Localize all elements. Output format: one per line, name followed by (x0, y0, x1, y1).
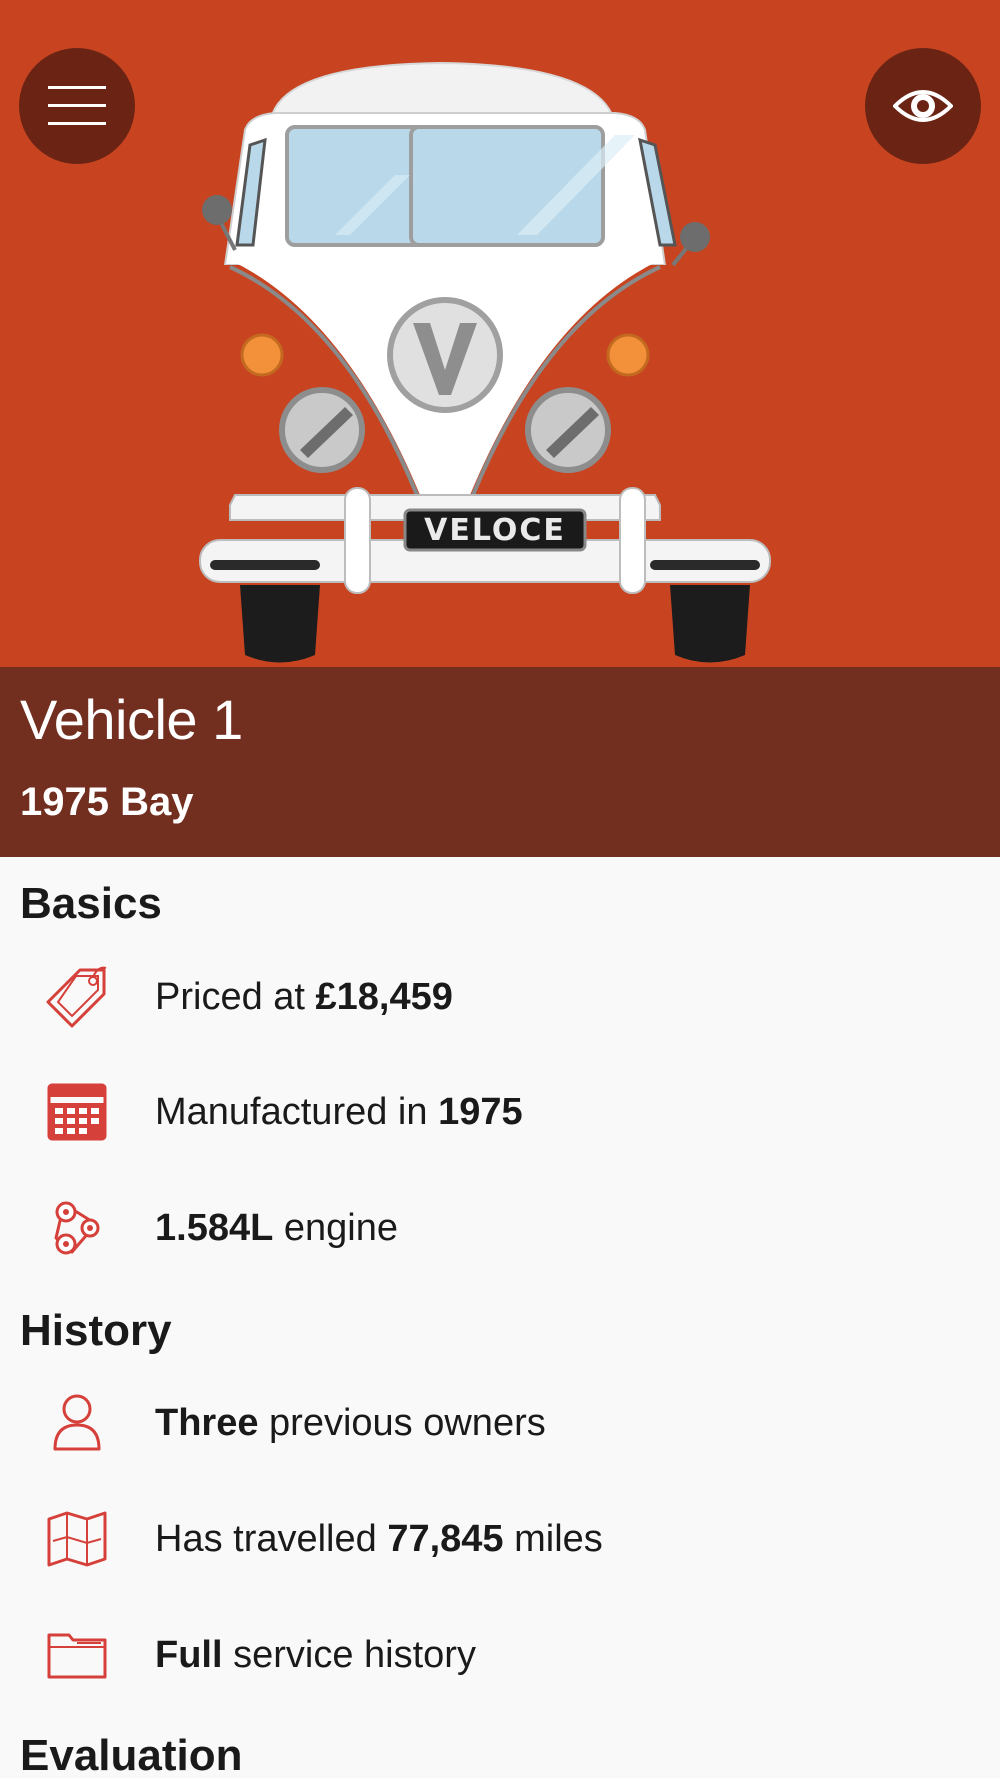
engine-value: 1.584L (155, 1206, 274, 1249)
detail-row-service: Full service history (0, 1605, 1000, 1705)
vehicle-title-bar: Vehicle 1 1975 Bay (0, 667, 1000, 857)
plate-text: VELOCE (424, 513, 566, 548)
detail-row-engine: 1.584L engine (0, 1178, 1000, 1278)
eye-icon (893, 90, 953, 122)
service-value: Full (155, 1633, 223, 1676)
detail-text-engine: 1.584L engine (155, 1206, 398, 1249)
detail-text-price: Priced at £18,459 (155, 975, 453, 1018)
detail-text-owners: Three previous owners (155, 1401, 546, 1444)
vehicle-subtitle: 1975 Bay (20, 780, 194, 824)
section-heading-history: History (20, 1306, 172, 1355)
section-heading-evaluation: Evaluation (20, 1731, 243, 1778)
vehicle-title: Vehicle 1 (20, 688, 243, 751)
price-tag-icon (42, 962, 112, 1032)
detail-row-owners: Three previous owners (0, 1373, 1000, 1473)
map-icon (42, 1504, 112, 1574)
mileage-value: 77,845 (387, 1517, 504, 1560)
price-value: £18,459 (315, 975, 453, 1018)
detail-row-mileage: Has travelled 77,845 miles (0, 1489, 1000, 1589)
year-value: 1975 (438, 1090, 523, 1133)
calendar-icon (42, 1077, 112, 1147)
detail-row-price: Priced at £18,459 (0, 947, 1000, 1047)
hero-banner: VELOCE (0, 0, 1000, 667)
camper-van-illustration: VELOCE (199, 61, 771, 663)
view-button[interactable] (865, 48, 981, 164)
detail-text-year: Manufactured in 1975 (155, 1090, 523, 1133)
detail-text-mileage: Has travelled 77,845 miles (155, 1517, 603, 1560)
section-heading-basics: Basics (20, 879, 162, 928)
person-icon (42, 1388, 112, 1458)
owners-value: Three (155, 1401, 259, 1444)
engine-belt-icon (42, 1193, 112, 1263)
menu-button[interactable] (19, 48, 135, 164)
detail-text-service: Full service history (155, 1633, 476, 1676)
folder-icon (42, 1620, 112, 1690)
detail-row-year: Manufactured in 1975 (0, 1062, 1000, 1162)
hamburger-menu-icon (48, 86, 106, 125)
